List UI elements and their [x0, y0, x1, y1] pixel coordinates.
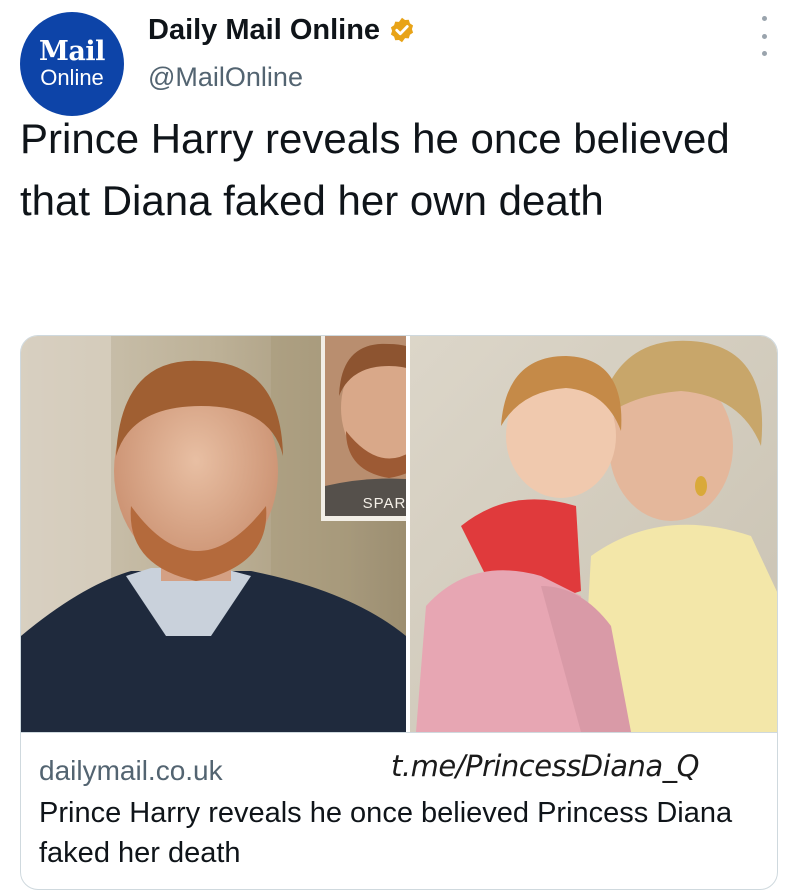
card-domain[interactable]: dailymail.co.uk — [39, 755, 223, 787]
handle[interactable]: @MailOnline — [148, 62, 303, 93]
display-name[interactable]: Daily Mail Online — [148, 13, 380, 47]
watermark: t.me/PrincessDiana_Q — [391, 749, 699, 783]
verified-badge-icon — [390, 17, 414, 43]
avatar[interactable]: Mail Online — [20, 12, 124, 116]
avatar-line1: Mail — [39, 36, 105, 67]
card-image[interactable]: SPARE — [21, 336, 778, 732]
link-card[interactable]: SPARE dailymail.co.uk t.me/PrincessDiana… — [20, 335, 778, 890]
tweet-text: Prince Harry reveals he once believed th… — [20, 115, 730, 224]
more-vertical-icon[interactable] — [752, 16, 776, 56]
name-row: Daily Mail Online — [148, 13, 416, 47]
card-footer: dailymail.co.uk t.me/PrincessDiana_Q Pri… — [21, 732, 777, 889]
avatar-line2: Online — [40, 65, 104, 90]
card-title[interactable]: Prince Harry reveals he once believed Pr… — [39, 793, 759, 873]
